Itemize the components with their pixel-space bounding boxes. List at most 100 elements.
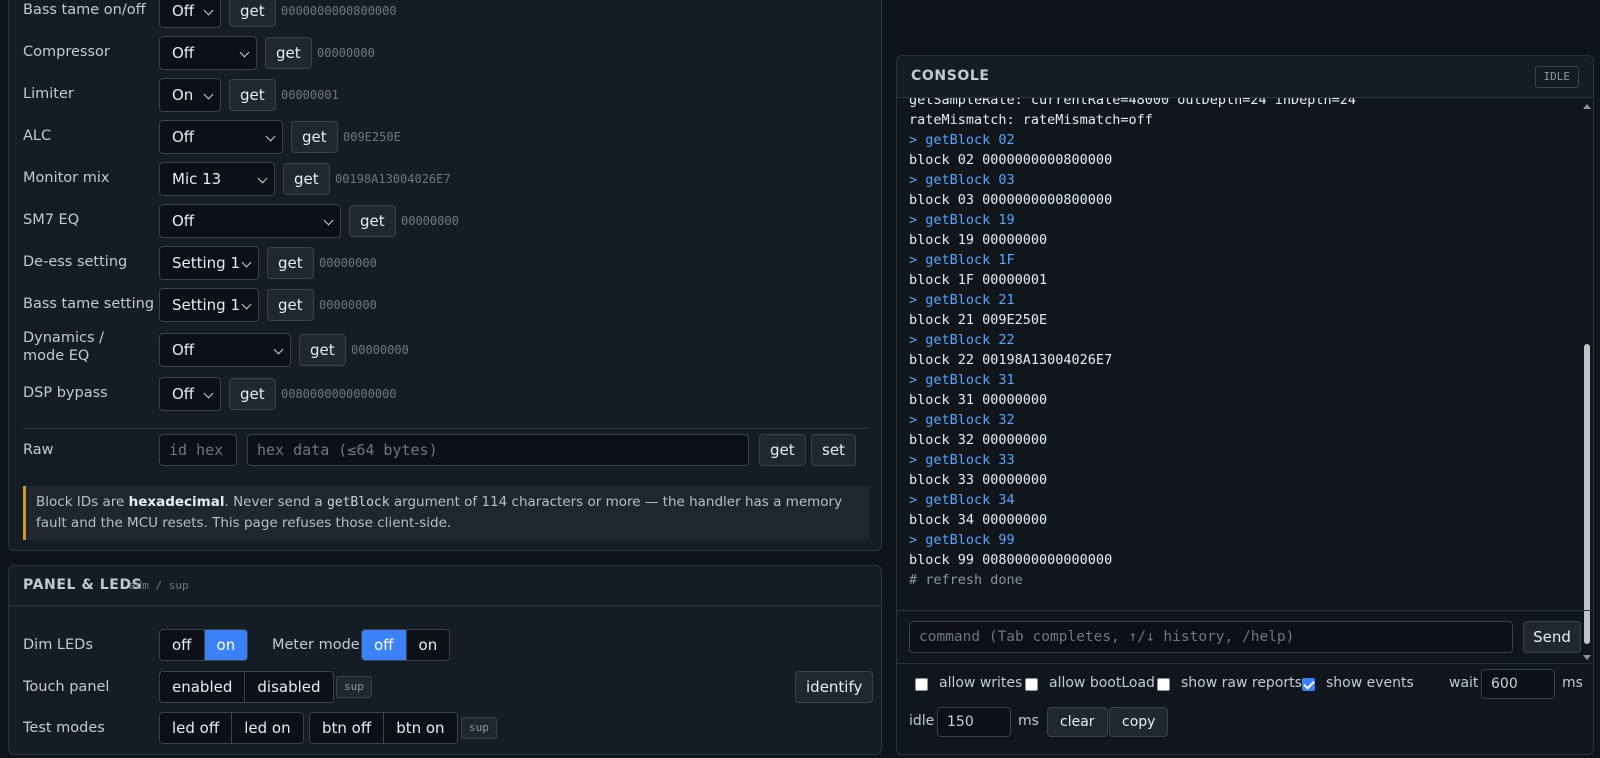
setting-label: Limiter (23, 86, 74, 102)
log-line: > getBlock 02 (909, 132, 1015, 148)
log-line: > getBlock 33 (909, 452, 1015, 468)
sup-badge: sup (461, 717, 497, 739)
log-line: > getBlock 03 (909, 172, 1015, 188)
log-line: > getBlock 32 (909, 412, 1015, 428)
log-line: block 31 00000000 (909, 392, 1048, 408)
block-value: 00198A13004026E7 (335, 172, 451, 186)
warning-note: Block IDs are hexadecimal. Never send a … (23, 486, 869, 540)
log-line: block 02 0000000000800000 (909, 152, 1113, 168)
get-button[interactable]: get (349, 205, 396, 237)
touch-panel-toggle: enabled disabled (159, 671, 334, 703)
allow-bootload-checkbox[interactable] (1025, 678, 1038, 691)
dim-leds-off-button[interactable]: off (160, 630, 205, 660)
raw-data-input[interactable]: hex data (≤64 bytes) (247, 434, 749, 466)
get-button[interactable]: get (229, 378, 276, 410)
chevron-down-icon (203, 388, 214, 399)
console-log[interactable]: getSampleRate: currentRate=48000 outDept… (897, 98, 1581, 666)
compressor-select[interactable]: Off (159, 36, 257, 70)
touch-disabled-button[interactable]: disabled (245, 672, 333, 702)
log-line: > getBlock 31 (909, 372, 1015, 388)
command-bar: command (Tab completes, ↑/↓ history, /he… (897, 610, 1593, 662)
get-button[interactable]: get (283, 163, 330, 195)
command-input[interactable]: command (Tab completes, ↑/↓ history, /he… (909, 621, 1513, 653)
log-line: block 34 00000000 (909, 512, 1048, 528)
get-button[interactable]: get (299, 334, 346, 366)
dim-leds-label: Dim LEDs (23, 637, 93, 653)
meter-mode-off-button[interactable]: off (362, 630, 407, 660)
btn-on-button[interactable]: btn on (384, 713, 457, 743)
touch-panel-label: Touch panel (23, 679, 110, 695)
btn-off-button[interactable]: btn off (310, 713, 385, 743)
block-value: 00000000 (319, 298, 377, 312)
chevron-down-icon (241, 257, 252, 268)
select-value: Off (172, 341, 195, 359)
get-button[interactable]: get (229, 79, 276, 111)
limiter-select[interactable]: On (159, 78, 221, 112)
wait-input[interactable]: 600 (1481, 669, 1555, 699)
scroll-up-arrow-icon[interactable] (1583, 104, 1591, 109)
setting-label: Compressor (23, 44, 110, 60)
show-raw-reports-label: show raw reports (1181, 675, 1302, 691)
note-text: Block IDs are (36, 494, 129, 510)
setting-label: DSP bypass (23, 385, 108, 401)
raw-set-button[interactable]: set (811, 434, 856, 466)
bass-tame-setting-select[interactable]: Setting 1 (159, 288, 259, 322)
status-badge: IDLE (1534, 66, 1579, 88)
panel-title: PANEL & LEDS (23, 577, 143, 593)
identify-button[interactable]: identify (795, 671, 874, 703)
get-button[interactable]: get (267, 247, 314, 279)
select-value: Off (172, 44, 195, 62)
dim-leds-on-button[interactable]: on (204, 630, 248, 660)
chevron-down-icon (239, 47, 250, 58)
get-button[interactable]: get (229, 0, 276, 27)
select-value: Off (172, 128, 195, 146)
log-line: > getBlock 22 (909, 332, 1015, 348)
dsp-bypass-select[interactable]: Off (159, 377, 221, 411)
get-button[interactable]: get (265, 37, 312, 69)
block-value: 009E250E (343, 130, 401, 144)
chevron-down-icon (257, 173, 268, 184)
meter-mode-on-button[interactable]: on (406, 630, 450, 660)
log-line: block 32 00000000 (909, 432, 1048, 448)
select-value: Off (172, 2, 195, 20)
block-value: 0000000000800000 (281, 4, 397, 18)
select-value: Setting 1 (172, 296, 241, 314)
log-line: > getBlock 19 (909, 212, 1015, 228)
led-on-button[interactable]: led on (232, 713, 303, 743)
test-modes-label: Test modes (23, 720, 105, 736)
raw-get-button[interactable]: get (759, 434, 806, 466)
panel-subtitle: adm / sup (129, 579, 189, 592)
log-line: block 03 0000000000800000 (909, 192, 1113, 208)
touch-enabled-button[interactable]: enabled (160, 672, 246, 702)
select-value: On (172, 86, 194, 104)
setting-label: Dynamics / mode EQ (23, 330, 104, 364)
get-button[interactable]: get (267, 289, 314, 321)
bass-tame-select[interactable]: Off (159, 0, 221, 28)
send-button[interactable]: Send (1523, 621, 1581, 653)
chevron-down-icon (203, 89, 214, 100)
raw-id-input[interactable]: id hex (159, 434, 237, 466)
idle-input[interactable]: 150 (937, 707, 1011, 737)
clear-button[interactable]: clear (1047, 707, 1108, 737)
block-value: 00000000 (317, 46, 375, 60)
log-line: > getBlock 21 (909, 292, 1015, 308)
sm7-eq-select[interactable]: Off (159, 204, 341, 238)
de-ess-select[interactable]: Setting 1 (159, 246, 259, 280)
copy-button[interactable]: copy (1109, 707, 1169, 737)
allow-bootload-label: allow bootLoad (1049, 675, 1155, 691)
get-button[interactable]: get (291, 121, 338, 153)
allow-writes-checkbox[interactable] (915, 678, 928, 691)
scrollbar[interactable] (1583, 104, 1591, 660)
show-raw-reports-checkbox[interactable] (1157, 678, 1170, 691)
scrollbar-thumb[interactable] (1584, 344, 1590, 644)
led-off-button[interactable]: led off (160, 713, 233, 743)
chevron-down-icon (265, 131, 276, 142)
dynamics-mode-eq-select[interactable]: Off (159, 333, 291, 367)
monitor-mix-select[interactable]: Mic 13 (159, 162, 275, 196)
dim-leds-toggle: off on (159, 629, 249, 661)
show-events-checkbox[interactable] (1302, 678, 1315, 691)
wait-unit: ms (1562, 675, 1583, 691)
setting-label: Monitor mix (23, 170, 110, 186)
meter-mode-label: Meter mode (272, 637, 360, 653)
alc-select[interactable]: Off (159, 120, 283, 154)
